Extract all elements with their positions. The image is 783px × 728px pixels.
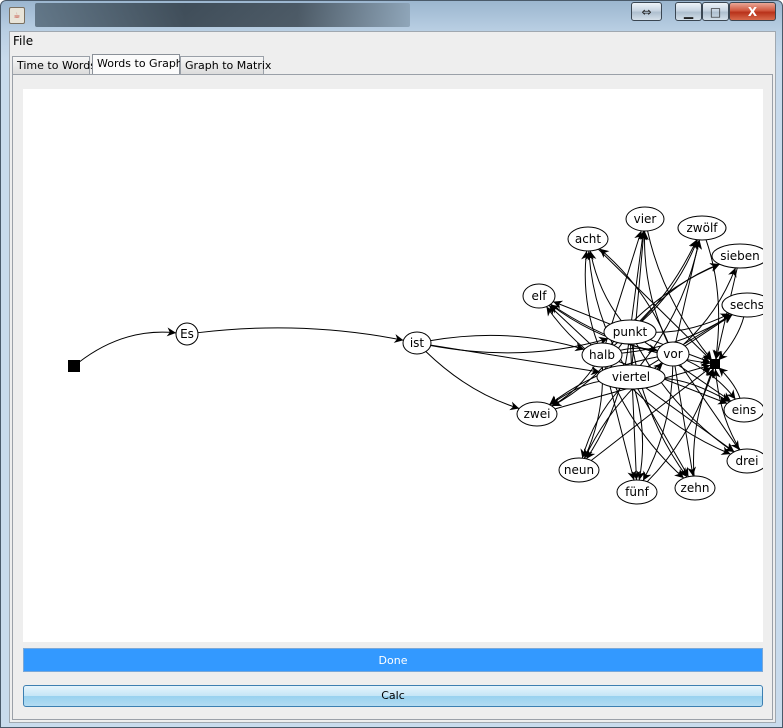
graph-node-label: zehn: [681, 481, 710, 495]
graph-node-eins[interactable]: eins: [723, 397, 763, 423]
graph-node-start[interactable]: [68, 360, 80, 372]
graph-node-acht[interactable]: acht: [567, 226, 609, 252]
tab-words-to-graph[interactable]: Words to Graph: [92, 54, 183, 75]
application-window: ☕ ⇔ ▁ □ X File Time to Words Words to Gr…: [0, 0, 783, 728]
tab-time-to-words[interactable]: Time to Words: [12, 56, 96, 74]
graph-node-label: eins: [732, 403, 757, 417]
title-bar[interactable]: ☕ ⇔ ▁ □ X: [1, 1, 782, 29]
graph-edge: [641, 239, 699, 322]
graph-node-label: sieben: [720, 249, 760, 263]
graph-edge: [430, 334, 585, 352]
graph-node-label: elf: [532, 289, 548, 303]
graph-node-es[interactable]: Es: [175, 322, 199, 346]
menu-file[interactable]: File: [13, 34, 33, 48]
java-app-icon: ☕: [9, 7, 25, 24]
minimize-button[interactable]: ▁: [675, 2, 702, 21]
graph-node-vier[interactable]: vier: [625, 206, 665, 232]
graph-node-zwoelf[interactable]: zwölf: [677, 215, 727, 241]
graph-node-viertel[interactable]: viertel: [596, 364, 666, 390]
graph-svg: Es ist acht vier zwölfsieben elf sechs punkt hal…: [68, 206, 763, 505]
graph-node-label: zwölf: [686, 221, 718, 235]
graph-node-label: viertel: [612, 370, 650, 384]
graph-node-punkt[interactable]: punkt: [603, 319, 657, 345]
graph-node-elf[interactable]: elf: [522, 283, 556, 309]
graph-edge: [718, 367, 741, 399]
graph-node-fuenf[interactable]: fünf: [616, 479, 658, 505]
done-progress-bar: Done: [23, 648, 763, 672]
graph-node-square: [68, 360, 80, 372]
client-area: File Time to Words Words to Graph Graph …: [9, 31, 776, 723]
graph-node-label: neun: [564, 463, 594, 477]
graph-node-label: zwei: [524, 407, 551, 421]
graph-node-label: sechs: [730, 298, 763, 312]
graph-edge: [549, 380, 600, 406]
graph-node-ist[interactable]: ist: [402, 331, 432, 355]
graph-node-label: drei: [735, 454, 758, 468]
graph-edge: [78, 327, 177, 363]
graph-node-label: fünf: [625, 485, 649, 499]
close-button[interactable]: X: [729, 2, 776, 21]
graph-node-zehn[interactable]: zehn: [674, 475, 716, 501]
calc-button[interactable]: Calc: [23, 685, 763, 707]
graph-node-label: punkt: [613, 325, 648, 339]
menu-bar: File: [10, 32, 775, 51]
graph-node-label: halb: [589, 348, 615, 362]
graph-node-zwei[interactable]: zwei: [516, 401, 558, 427]
graph-edge: [631, 230, 648, 366]
graph-node-label: ist: [410, 336, 425, 350]
graph-node-sieben[interactable]: sieben: [711, 243, 763, 269]
graph-node-halb[interactable]: halb: [581, 342, 623, 368]
graph-canvas[interactable]: Es ist acht vier zwölf sieben elf sechs punkt hal…: [23, 89, 763, 642]
graph-node-label: Es: [180, 327, 194, 341]
graph-edge: [425, 351, 520, 411]
graph-node-square: [710, 359, 720, 369]
title-text-area: [35, 3, 410, 27]
graph-edge: [717, 316, 745, 361]
graph-node-vor[interactable]: vor: [656, 341, 690, 367]
graph-edge: [430, 344, 601, 376]
graph-node-neun[interactable]: neun: [558, 457, 600, 483]
graph-edge: [197, 327, 404, 343]
resize-button[interactable]: ⇔: [631, 2, 662, 21]
graph-node-drei[interactable]: drei: [726, 448, 763, 474]
graph-node-label: vier: [634, 212, 657, 226]
tab-panel-words-to-graph: Es ist acht vier zwölf sieben elf sechs punkt hal…: [12, 74, 773, 720]
maximize-button[interactable]: □: [702, 2, 729, 21]
graph-node-sechs[interactable]: sechs: [721, 292, 763, 318]
graph-node-end[interactable]: [710, 359, 720, 369]
graph-node-label: vor: [663, 347, 682, 361]
graph-edge: [674, 365, 697, 477]
tab-graph-to-matrix[interactable]: Graph to Matrix: [180, 56, 271, 74]
graph-node-label: acht: [575, 232, 602, 246]
